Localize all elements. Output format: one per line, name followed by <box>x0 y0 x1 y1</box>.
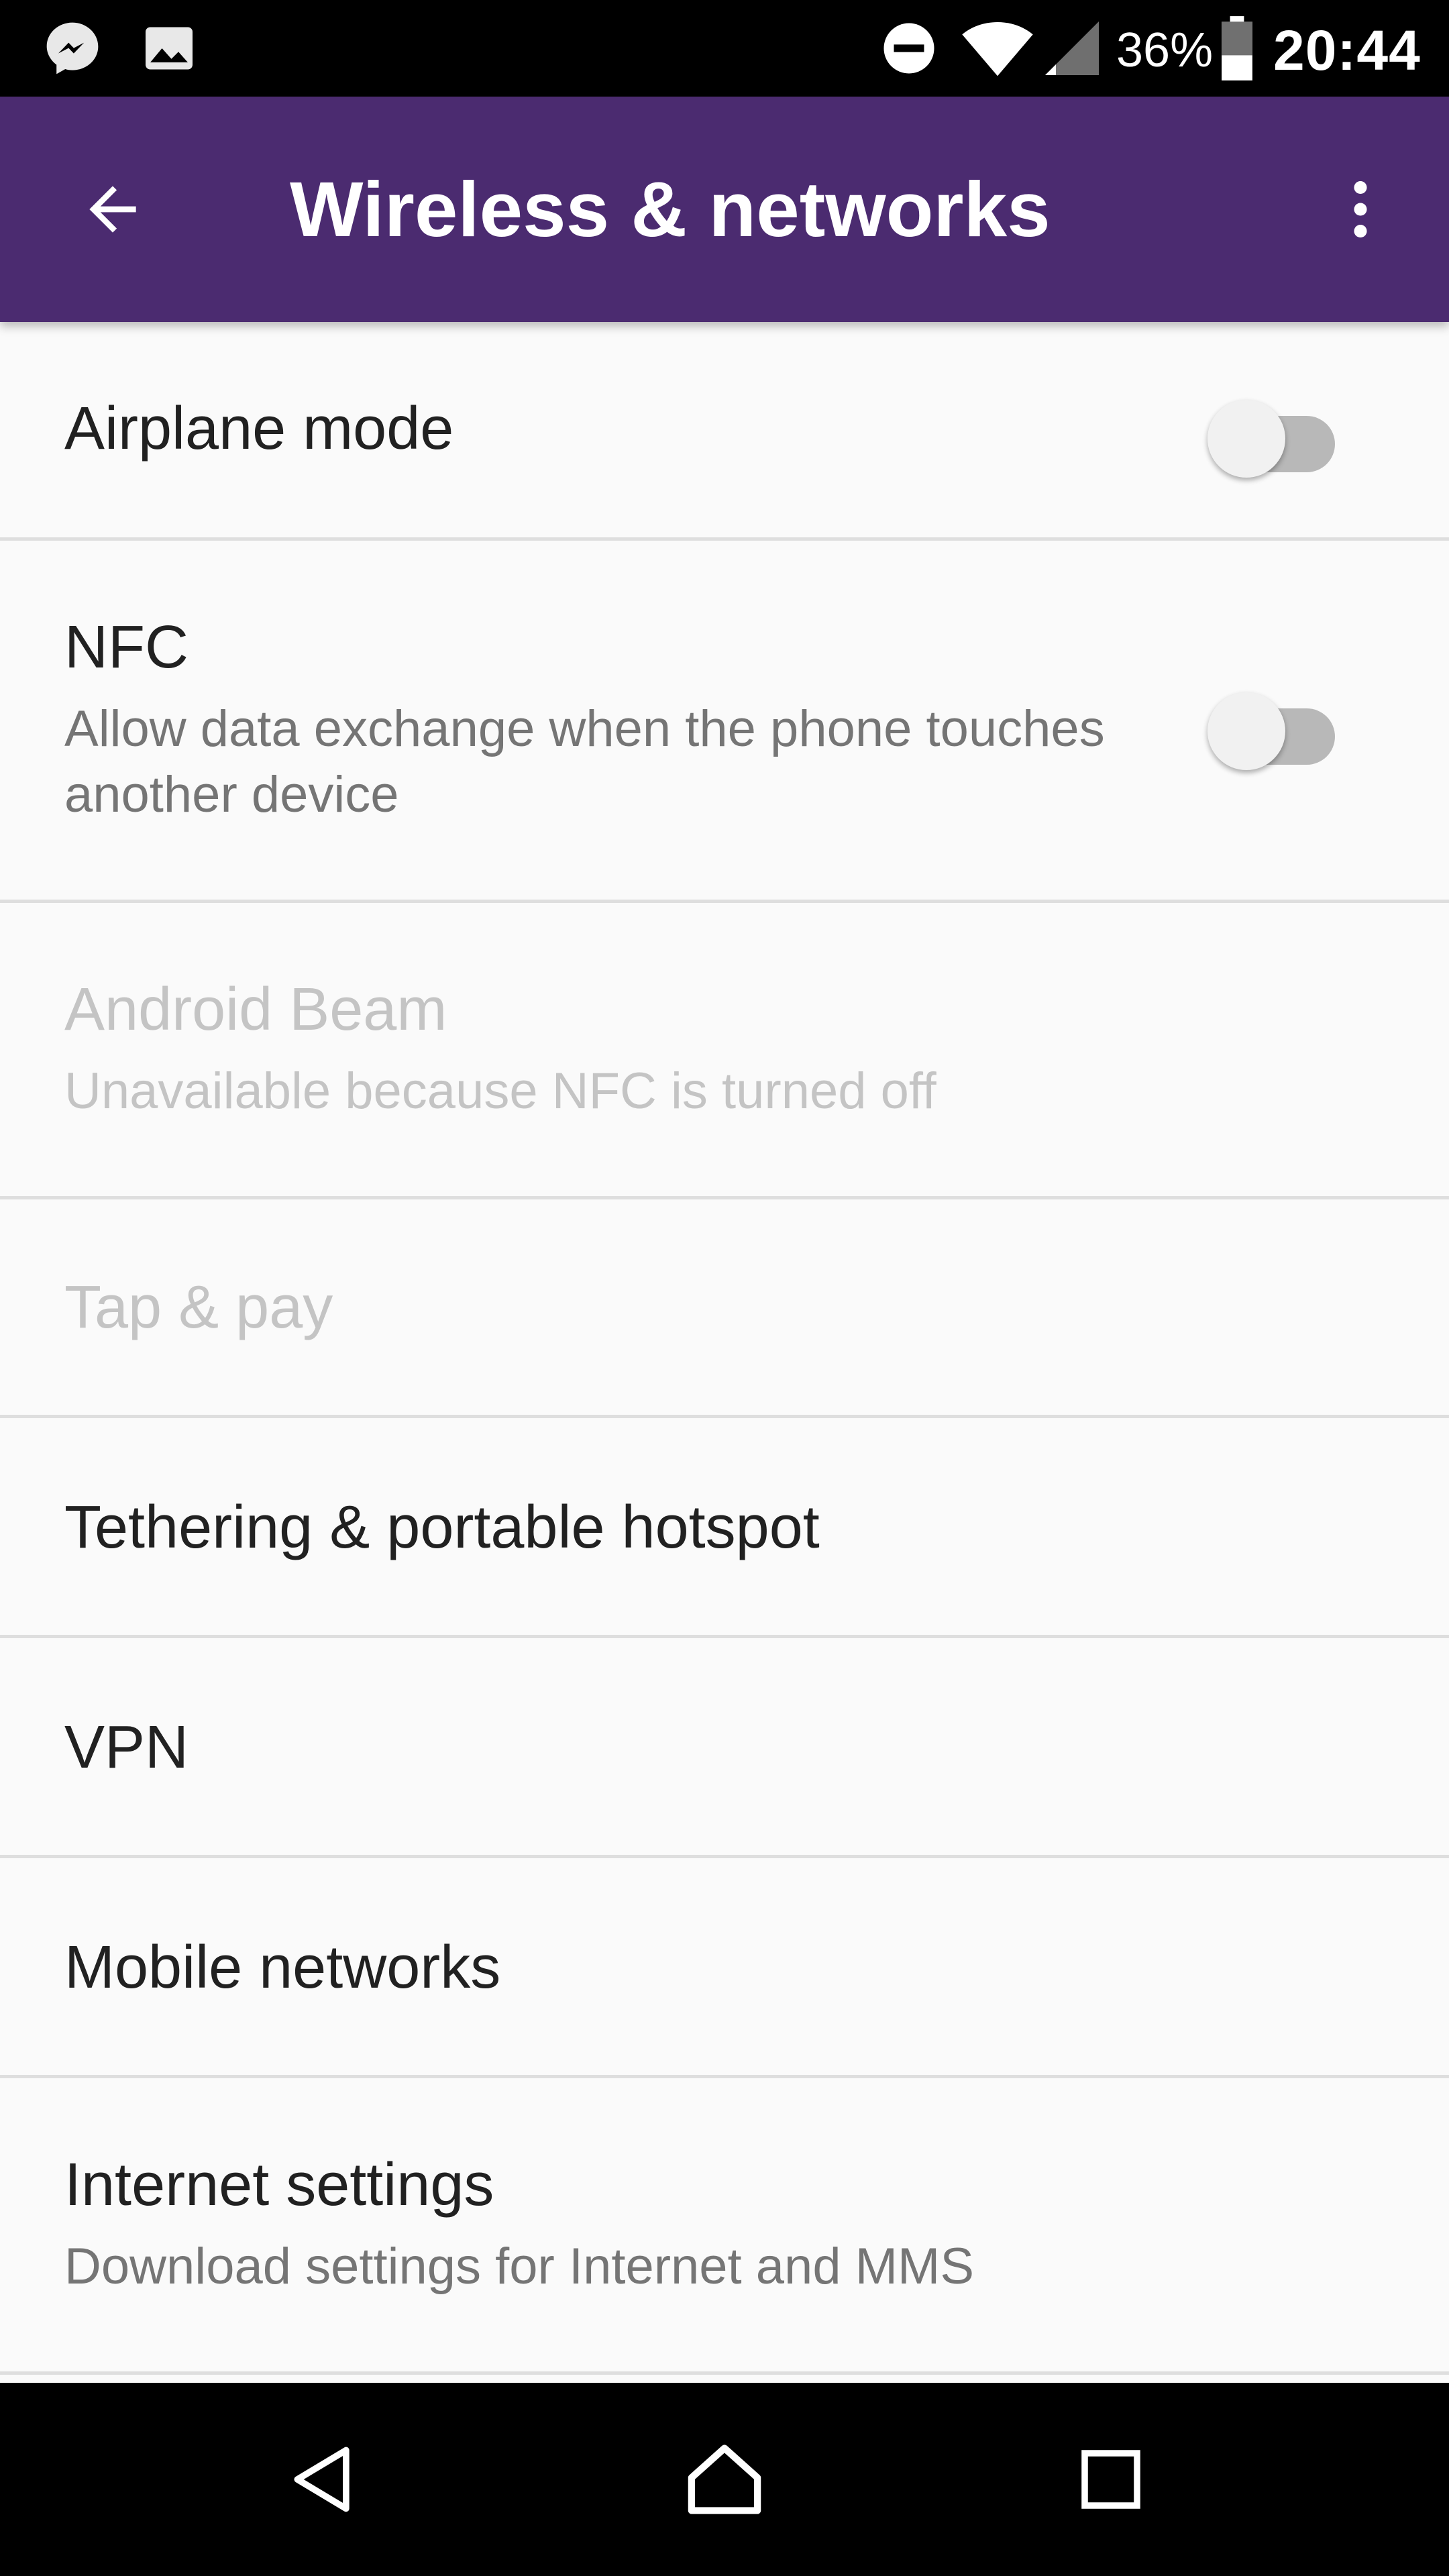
setting-android-beam: Android Beam Unavailable because NFC is … <box>0 903 1449 1199</box>
messenger-icon <box>42 0 103 97</box>
setting-summary: Unavailable because NFC is turned off <box>64 1063 936 1120</box>
image-icon <box>141 0 197 97</box>
status-bar: 36% 20:44 <box>0 0 1449 97</box>
switch-thumb <box>1208 692 1285 770</box>
setting-summary: Download settings for Internet and MMS <box>64 2238 975 2295</box>
page-title: Wireless & networks <box>290 166 1051 253</box>
setting-label: Tap & pay <box>64 1274 333 1341</box>
overflow-menu-button[interactable] <box>1312 161 1409 258</box>
wireless-networks-screen: 36% 20:44 Wireless & networks Airplane m… <box>0 0 1449 2576</box>
setting-mobile-networks[interactable]: Mobile networks <box>0 1858 1449 2078</box>
status-clock: 20:44 <box>1273 19 1421 82</box>
nav-home-button[interactable] <box>644 2383 805 2576</box>
more-vert-icon <box>1354 180 1367 238</box>
setting-label: Tethering & portable hotspot <box>64 1494 820 1561</box>
setting-tethering[interactable]: Tethering & portable hotspot <box>0 1418 1449 1638</box>
setting-label: Internet settings <box>64 2151 494 2218</box>
setting-label: VPN <box>64 1714 189 1781</box>
setting-airplane-mode[interactable]: Airplane mode <box>0 322 1449 541</box>
battery-percent: 36% <box>1116 23 1214 77</box>
setting-nfc[interactable]: NFC Allow data exchange when the phone t… <box>0 541 1449 903</box>
setting-label: NFC <box>64 614 189 681</box>
navigation-bar <box>0 2383 1449 2576</box>
wifi-icon <box>961 0 1034 97</box>
setting-vpn[interactable]: VPN <box>0 1638 1449 1858</box>
nfc-switch[interactable] <box>1208 680 1342 770</box>
setting-internet-settings[interactable]: Internet settings Download settings for … <box>0 2078 1449 2375</box>
setting-label: Airplane mode <box>64 395 454 462</box>
recents-square-icon <box>1081 2450 1140 2509</box>
signal-icon <box>1040 0 1104 97</box>
setting-tap-pay: Tap & pay <box>0 1199 1449 1418</box>
do-not-disturb-icon <box>879 0 939 97</box>
switch-thumb <box>1208 400 1285 478</box>
battery-icon <box>1218 0 1256 97</box>
nav-recents-button[interactable] <box>1030 2383 1191 2576</box>
setting-label: Mobile networks <box>64 1934 501 2001</box>
setting-summary: Allow data exchange when the phone touch… <box>64 700 1105 823</box>
airplane-mode-switch[interactable] <box>1208 388 1342 478</box>
nav-back-button[interactable] <box>243 2383 404 2576</box>
setting-label: Android Beam <box>64 976 447 1043</box>
back-triangle-icon <box>294 2447 350 2512</box>
home-icon <box>688 2445 761 2514</box>
back-button[interactable] <box>64 161 161 258</box>
arrow-back-icon <box>89 186 136 233</box>
app-toolbar: Wireless & networks <box>0 97 1449 322</box>
